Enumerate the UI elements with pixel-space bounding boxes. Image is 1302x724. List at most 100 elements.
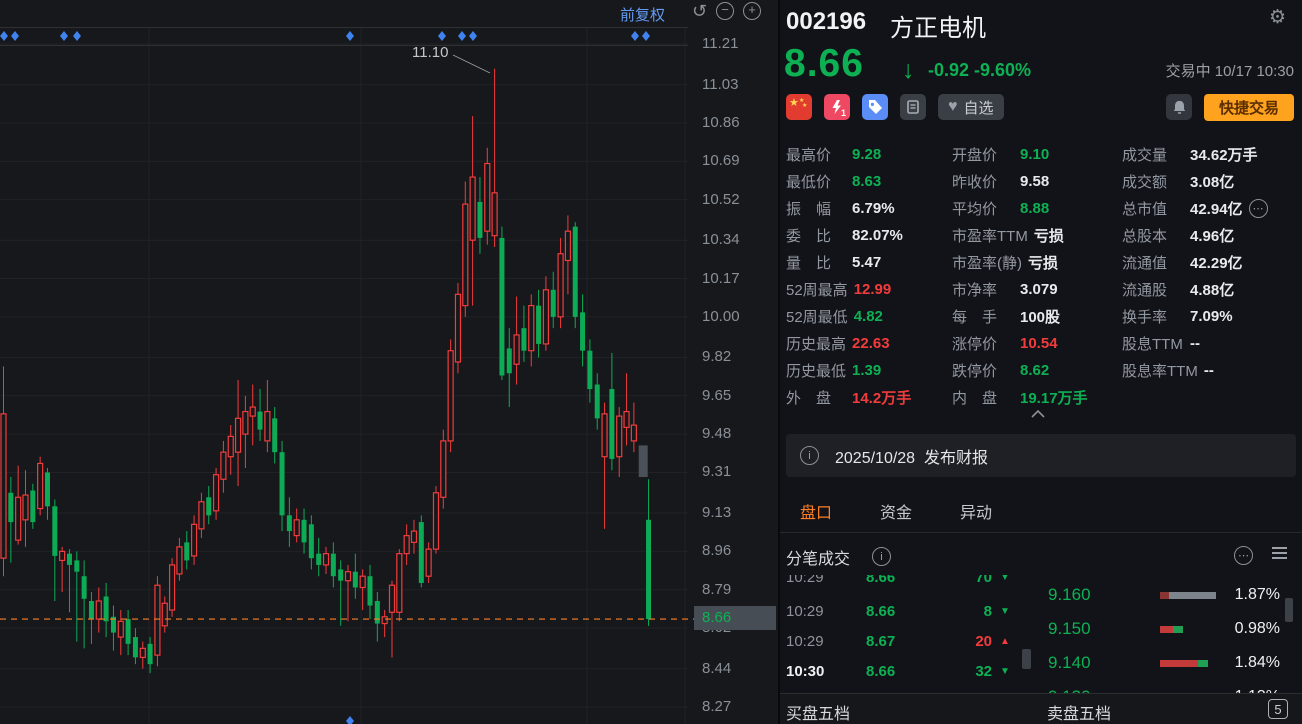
event-marker-diamond-icon[interactable]: [346, 31, 354, 41]
stat-row: 成交额3.08亿: [1122, 168, 1296, 195]
tab-盘口[interactable]: 盘口: [800, 499, 832, 523]
stat-row: 每 手100股: [952, 303, 1122, 330]
event-marker-diamond-icon[interactable]: [346, 716, 354, 724]
current-price-badge: 8.66: [694, 606, 776, 630]
stat-row: 振 幅6.79%: [786, 195, 952, 222]
five-level-bar: 买盘五档 卖盘五档 5: [780, 693, 1302, 724]
event-marker-diamond-icon[interactable]: [11, 31, 19, 41]
report-date: 2025/10/28: [835, 450, 915, 467]
stat-row: 历史最高22.63: [786, 330, 952, 357]
down-arrow-icon: ↓: [902, 56, 915, 85]
tab-异动[interactable]: 异动: [960, 499, 992, 523]
peak-price-annotation: 11.10: [412, 44, 448, 61]
stat-row: 股息TTM--: [1122, 330, 1296, 357]
price-tick-label: 11.03: [702, 76, 738, 93]
price-tick-label: 9.65: [702, 387, 731, 404]
event-marker-diamond-icon[interactable]: [60, 31, 68, 41]
stat-row: 成交量34.62万手: [1122, 141, 1296, 168]
price-tick-label: 9.48: [702, 425, 731, 442]
list-view-icon[interactable]: [1272, 547, 1287, 562]
price-tick-label: 10.52: [702, 191, 740, 208]
stat-row: 委 比82.07%: [786, 222, 952, 249]
stat-row: 市盈率TTM亏损: [952, 222, 1122, 249]
price-tick-label: 10.17: [702, 270, 740, 287]
event-marker-diamond-icon[interactable]: [458, 31, 466, 41]
add-watchlist-button[interactable]: ♥ 自选: [938, 94, 1004, 120]
collapse-chevron-icon[interactable]: [1030, 406, 1046, 424]
tick-trades-title: 分笔成交: [786, 545, 850, 569]
watchlist-label: 自选: [964, 97, 994, 118]
event-marker-diamond-icon[interactable]: [631, 31, 639, 41]
stats-grid: 最高价9.28最低价8.63振 幅6.79%委 比82.07%量 比5.4752…: [786, 141, 1296, 411]
price-change: -0.92 -9.60%: [928, 60, 1031, 81]
quick-trade-button[interactable]: 快捷交易: [1204, 94, 1294, 121]
zoom-in-icon[interactable]: +: [743, 2, 761, 20]
stat-row: 量 比5.47: [786, 249, 952, 276]
stat-row: 总股本4.96亿: [1122, 222, 1296, 249]
info-icon[interactable]: i: [872, 547, 891, 566]
stat-row: [1122, 384, 1296, 411]
price-tick-label: 8.79: [702, 581, 731, 598]
price-tick-label: 10.00: [702, 308, 740, 325]
depth-row[interactable]: 9.1601.87%: [780, 583, 1302, 607]
price-tick-label: 9.13: [702, 504, 731, 521]
more-info-icon[interactable]: ⋯: [1249, 199, 1268, 218]
stat-row: 跌停价8.62: [952, 357, 1122, 384]
price-tick-label: 8.27: [702, 698, 731, 715]
depth-list-scrollbar[interactable]: [1285, 598, 1293, 622]
event-marker-diamond-icon[interactable]: [73, 31, 81, 41]
stat-row: 总市值42.94亿⋯: [1122, 195, 1296, 222]
stat-row: 平均价8.88: [952, 195, 1122, 222]
buy-levels-label[interactable]: 买盘五档: [786, 700, 850, 724]
event-marker-diamond-icon[interactable]: [469, 31, 477, 41]
depth-row[interactable]: 9.1401.84%: [780, 651, 1302, 675]
stat-row: 52周最低4.82: [786, 303, 952, 330]
event-marker-diamond-icon[interactable]: [642, 31, 650, 41]
price-tick-label: 10.69: [702, 152, 740, 169]
alert-bell-icon[interactable]: [1166, 94, 1192, 120]
gear-icon[interactable]: ⚙: [1269, 6, 1286, 29]
trading-app-window: 11.10 前复权 ↺ − + 11.21 11.03 10.86 10.69 10.5…: [0, 0, 1302, 724]
reset-chart-icon[interactable]: ↺: [692, 2, 707, 20]
stat-row: 流通股4.88亿: [1122, 276, 1296, 303]
market-status: 交易中 10/17 10:30: [1166, 60, 1294, 81]
tab-资金[interactable]: 资金: [880, 499, 912, 523]
stat-row: 市盈率(静)亏损: [952, 249, 1122, 276]
stat-row: 开盘价9.10: [952, 141, 1122, 168]
level-count-badge[interactable]: 5: [1268, 699, 1288, 719]
sell-levels-label[interactable]: 卖盘五档: [1047, 700, 1111, 724]
price-tick-label: 10.34: [702, 231, 740, 248]
price-tick-label: 9.82: [702, 348, 731, 365]
event-marker-diamond-icon[interactable]: [0, 31, 8, 41]
tag-icon[interactable]: [862, 94, 888, 120]
price-tick-label: 11.21: [702, 35, 738, 52]
candlestick-chart-region[interactable]: 11.10 前复权 ↺ − + 11.21 11.03 10.86 10.69 10.5…: [0, 0, 780, 724]
heart-icon: ♥: [948, 98, 958, 116]
price-tick-label: 8.96: [702, 542, 731, 559]
last-price: 8.66: [784, 42, 864, 86]
cn-market-flag-icon: ★ ★ ★: [786, 94, 812, 120]
price-tick-label: 10.86: [702, 114, 740, 131]
adjust-mode-label[interactable]: 前复权: [620, 4, 665, 25]
price-tick-label: 9.31: [702, 463, 731, 480]
info-icon: i: [800, 446, 819, 465]
stat-row: 换手率7.09%: [1122, 303, 1296, 330]
more-options-icon[interactable]: ⋯: [1234, 546, 1253, 565]
stat-row: 52周最高12.99: [786, 276, 952, 303]
lightning-level-icon[interactable]: 1: [824, 94, 850, 120]
price-tick-label: 8.44: [702, 660, 731, 677]
depth-row[interactable]: 9.1500.98%: [780, 617, 1302, 641]
zoom-out-icon[interactable]: −: [716, 2, 734, 20]
event-marker-diamond-icon[interactable]: [438, 31, 446, 41]
candlestick-chart[interactable]: 11.10: [0, 0, 778, 724]
stat-row: 历史最低1.39: [786, 357, 952, 384]
notes-icon[interactable]: [900, 94, 926, 120]
stock-name: 方正电机: [890, 8, 986, 43]
tick-trades-header: 分笔成交 i ⋯: [780, 533, 1302, 575]
tick-list-scrollbar[interactable]: [1022, 649, 1031, 669]
report-text: 发布财报: [924, 450, 988, 467]
stat-row: 外 盘14.2万手: [786, 384, 952, 411]
stat-row: 昨收价9.58: [952, 168, 1122, 195]
quote-panel: 002196 方正电机 ⚙ 8.66 ↓ -0.92 -9.60% 交易中 10…: [780, 0, 1302, 724]
earnings-report-banner[interactable]: i 2025/10/28 发布财报: [786, 434, 1296, 477]
